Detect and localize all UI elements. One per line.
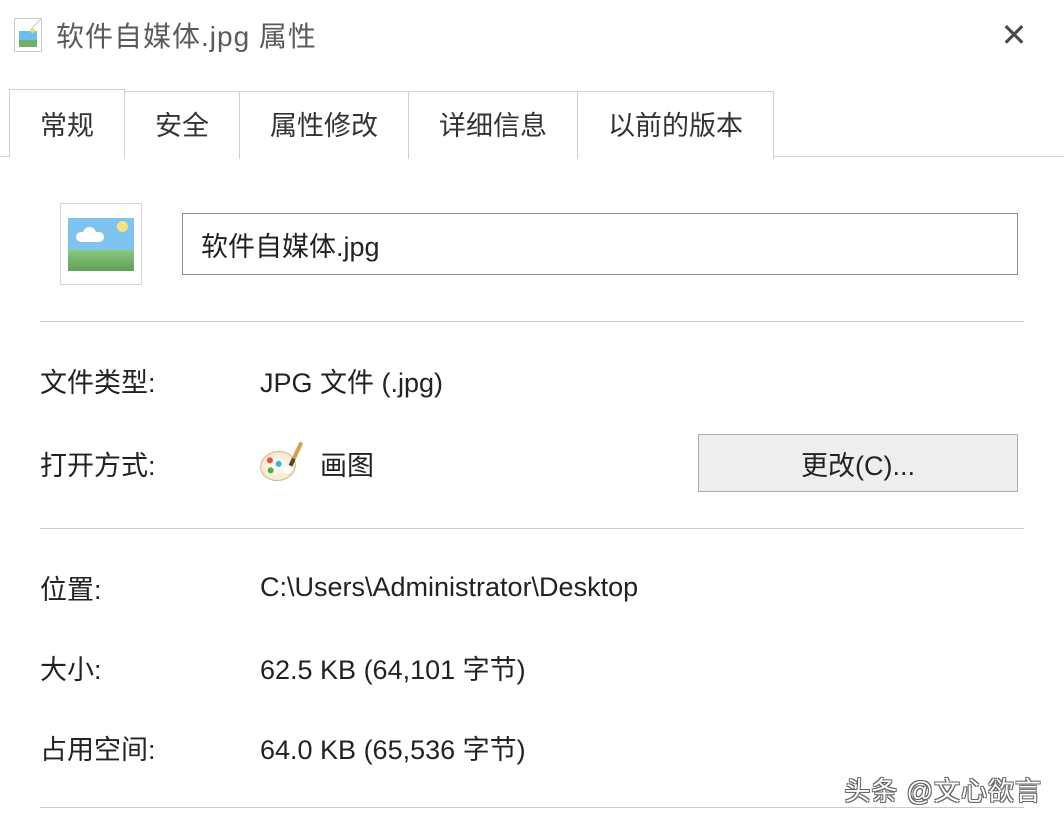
value-file-type: JPG 文件 (.jpg) bbox=[260, 361, 1024, 400]
watermark-text: 头条 @文心欲言 bbox=[844, 771, 1042, 808]
row-size: 大小: 62.5 KB (64,101 字节) bbox=[40, 641, 1024, 693]
tab-content: 文件类型: JPG 文件 (.jpg) 打开方式: 画图 更改(C)... 位置… bbox=[0, 157, 1064, 808]
titlebar: 软件自媒体.jpg 属性 ✕ bbox=[0, 0, 1064, 70]
label-open-with: 打开方式: bbox=[40, 444, 260, 483]
tab-general[interactable]: 常规 bbox=[9, 89, 125, 158]
window-title: 软件自媒体.jpg 属性 bbox=[56, 15, 317, 55]
titlebar-left: 软件自媒体.jpg 属性 bbox=[14, 15, 317, 55]
divider bbox=[40, 321, 1024, 322]
value-open-with: 画图 bbox=[320, 444, 374, 483]
label-file-type: 文件类型: bbox=[40, 361, 260, 400]
close-icon: ✕ bbox=[1001, 19, 1028, 51]
file-name-input[interactable] bbox=[182, 213, 1018, 275]
tab-previous-versions[interactable]: 以前的版本 bbox=[577, 91, 774, 159]
label-size-on-disk: 占用空间: bbox=[40, 728, 260, 767]
tab-details[interactable]: 详细信息 bbox=[408, 91, 578, 159]
tab-attributes[interactable]: 属性修改 bbox=[239, 91, 409, 159]
value-size-on-disk: 64.0 KB (65,536 字节) bbox=[260, 728, 1024, 767]
row-location: 位置: C:\Users\Administrator\Desktop bbox=[40, 561, 1024, 613]
close-button[interactable]: ✕ bbox=[984, 5, 1044, 65]
paint-app-icon bbox=[260, 443, 300, 483]
file-thumbnail-icon bbox=[60, 203, 142, 285]
value-size: 62.5 KB (64,101 字节) bbox=[260, 648, 1024, 687]
divider bbox=[40, 528, 1024, 529]
change-button[interactable]: 更改(C)... bbox=[698, 434, 1018, 492]
row-file-type: 文件类型: JPG 文件 (.jpg) bbox=[40, 354, 1024, 406]
tab-security[interactable]: 安全 bbox=[124, 91, 240, 159]
file-header-row bbox=[40, 203, 1024, 285]
tab-strip: 常规 安全 属性修改 详细信息 以前的版本 bbox=[0, 88, 1064, 157]
row-size-on-disk: 占用空间: 64.0 KB (65,536 字节) bbox=[40, 721, 1024, 773]
label-size: 大小: bbox=[40, 648, 260, 687]
value-location: C:\Users\Administrator\Desktop bbox=[260, 572, 1024, 603]
file-type-icon bbox=[14, 18, 42, 52]
row-open-with: 打开方式: 画图 更改(C)... bbox=[40, 434, 1024, 492]
label-location: 位置: bbox=[40, 568, 260, 607]
